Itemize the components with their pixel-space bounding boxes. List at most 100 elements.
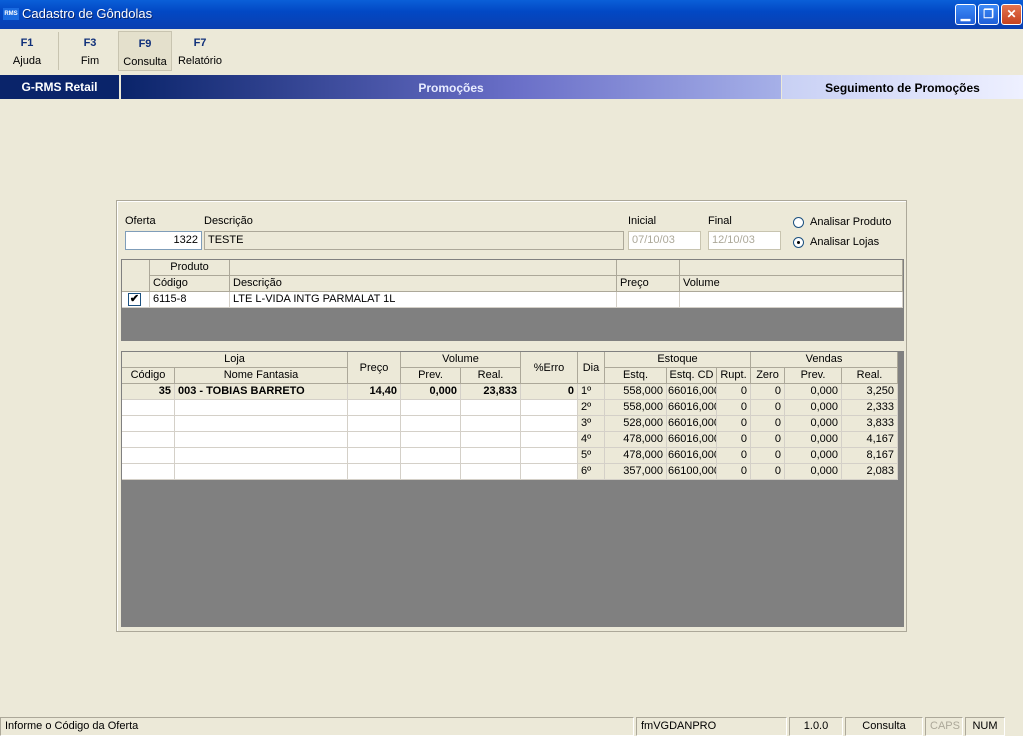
descricao-column-header[interactable]: Descrição <box>230 276 617 292</box>
store-dia-cell[interactable]: 5º <box>578 448 605 464</box>
store-v-prev-cell[interactable]: 0,000 <box>785 400 842 416</box>
store-codigo-cell[interactable] <box>122 416 175 432</box>
store-zero-cell[interactable]: 0 <box>751 464 785 480</box>
store-nome-cell[interactable]: 003 - TOBIAS BARRETO <box>175 384 348 400</box>
store-v-real-cell[interactable]: 4,167 <box>842 432 898 448</box>
oferta-input[interactable]: 1322 <box>125 231 202 250</box>
store-v-real-cell[interactable]: 3,833 <box>842 416 898 432</box>
store-zero-cell[interactable]: 0 <box>751 384 785 400</box>
store-nome-cell[interactable] <box>175 464 348 480</box>
store-prev-cell[interactable] <box>401 416 461 432</box>
erro-column-header[interactable]: %Erro <box>521 352 578 384</box>
store-rupt-cell[interactable]: 0 <box>717 384 751 400</box>
store-codigo-cell[interactable] <box>122 432 175 448</box>
preco-column-header[interactable]: Preço <box>348 352 401 384</box>
volume-real-column-header[interactable]: Real. <box>461 368 521 384</box>
store-v-prev-cell[interactable]: 0,000 <box>785 432 842 448</box>
rupt-column-header[interactable]: Rupt. <box>717 368 751 384</box>
store-codigo-cell[interactable]: 35 <box>122 384 175 400</box>
store-zero-cell[interactable]: 0 <box>751 400 785 416</box>
store-codigo-cell[interactable] <box>122 448 175 464</box>
dia-column-header[interactable]: Dia <box>578 352 605 384</box>
store-codigo-cell[interactable] <box>122 400 175 416</box>
row-checkbox[interactable]: ✔ <box>128 293 141 306</box>
store-preco-cell[interactable]: 14,40 <box>348 384 401 400</box>
store-v-prev-cell[interactable]: 0,000 <box>785 448 842 464</box>
nome-fantasia-column-header[interactable]: Nome Fantasia <box>175 368 348 384</box>
store-rupt-cell[interactable]: 0 <box>717 400 751 416</box>
store-v-prev-cell[interactable]: 0,000 <box>785 464 842 480</box>
analisar-produto-radio[interactable] <box>793 217 804 228</box>
store-dia-cell[interactable]: 4º <box>578 432 605 448</box>
store-estq-cd-cell[interactable]: 66100,000 <box>667 464 717 480</box>
store-v-real-cell[interactable]: 2,333 <box>842 400 898 416</box>
store-erro-cell[interactable] <box>521 416 578 432</box>
store-preco-cell[interactable] <box>348 416 401 432</box>
store-nome-cell[interactable] <box>175 416 348 432</box>
codigo-column-header[interactable]: Código <box>122 368 175 384</box>
produto-codigo-cell[interactable]: 6115-8 <box>150 292 230 308</box>
restore-button[interactable]: ❐ <box>978 4 999 25</box>
store-estq-cell[interactable]: 528,000 <box>605 416 667 432</box>
store-v-real-cell[interactable]: 3,250 <box>842 384 898 400</box>
estq-column-header[interactable]: Estq. <box>605 368 667 384</box>
store-zero-cell[interactable]: 0 <box>751 432 785 448</box>
codigo-column-header[interactable]: Código <box>150 276 230 292</box>
store-estq-cd-cell[interactable]: 66016,000 <box>667 400 717 416</box>
store-estq-cd-cell[interactable]: 66016,000 <box>667 416 717 432</box>
store-estq-cd-cell[interactable]: 66016,000 <box>667 448 717 464</box>
store-real-cell[interactable]: 23,833 <box>461 384 521 400</box>
close-button[interactable]: ✕ <box>1001 4 1022 25</box>
store-nome-cell[interactable] <box>175 432 348 448</box>
store-preco-cell[interactable] <box>348 400 401 416</box>
store-dia-cell[interactable]: 3º <box>578 416 605 432</box>
store-rupt-cell[interactable]: 0 <box>717 432 751 448</box>
vendas-prev-column-header[interactable]: Prev. <box>785 368 842 384</box>
store-dia-cell[interactable]: 1º <box>578 384 605 400</box>
store-erro-cell[interactable] <box>521 448 578 464</box>
store-nome-cell[interactable] <box>175 448 348 464</box>
store-preco-cell[interactable] <box>348 464 401 480</box>
store-real-cell[interactable] <box>461 400 521 416</box>
store-estq-cell[interactable]: 478,000 <box>605 448 667 464</box>
store-v-prev-cell[interactable]: 0,000 <box>785 416 842 432</box>
store-codigo-cell[interactable] <box>122 464 175 480</box>
help-button[interactable]: F1 Ajuda <box>4 31 50 71</box>
store-prev-cell[interactable] <box>401 400 461 416</box>
store-dia-cell[interactable]: 2º <box>578 400 605 416</box>
store-estq-cell[interactable]: 558,000 <box>605 384 667 400</box>
vendas-real-column-header[interactable]: Real. <box>842 368 898 384</box>
store-preco-cell[interactable] <box>348 448 401 464</box>
store-v-prev-cell[interactable]: 0,000 <box>785 384 842 400</box>
store-erro-cell[interactable]: 0 <box>521 384 578 400</box>
store-real-cell[interactable] <box>461 464 521 480</box>
analisar-produto-label[interactable]: Analisar Produto <box>810 216 891 228</box>
estq-cd-column-header[interactable]: Estq. CD <box>667 368 717 384</box>
analisar-lojas-label[interactable]: Analisar Lojas <box>810 236 879 248</box>
store-estq-cd-cell[interactable]: 66016,000 <box>667 432 717 448</box>
store-prev-cell[interactable]: 0,000 <box>401 384 461 400</box>
store-rupt-cell[interactable]: 0 <box>717 464 751 480</box>
volume-prev-column-header[interactable]: Prev. <box>401 368 461 384</box>
preco-column-header[interactable]: Preço <box>617 276 680 292</box>
row-checkbox-cell[interactable]: ✔ <box>122 292 150 308</box>
store-nome-cell[interactable] <box>175 400 348 416</box>
produto-descricao-cell[interactable]: LTE L-VIDA INTG PARMALAT 1L <box>230 292 617 308</box>
store-prev-cell[interactable] <box>401 432 461 448</box>
store-dia-cell[interactable]: 6º <box>578 464 605 480</box>
volume-column-header[interactable]: Volume <box>680 276 903 292</box>
exit-button[interactable]: F3 Fim <box>66 31 114 71</box>
produto-volume-cell[interactable] <box>680 292 903 308</box>
produto-preco-cell[interactable] <box>617 292 680 308</box>
store-real-cell[interactable] <box>461 416 521 432</box>
store-erro-cell[interactable] <box>521 432 578 448</box>
store-erro-cell[interactable] <box>521 400 578 416</box>
query-button[interactable]: F9 Consulta <box>118 31 172 71</box>
minimize-button[interactable]: ▁ <box>955 4 976 25</box>
store-zero-cell[interactable]: 0 <box>751 448 785 464</box>
report-button[interactable]: F7 Relatório <box>174 31 226 71</box>
store-prev-cell[interactable] <box>401 448 461 464</box>
store-v-real-cell[interactable]: 8,167 <box>842 448 898 464</box>
store-estq-cell[interactable]: 478,000 <box>605 432 667 448</box>
store-estq-cd-cell[interactable]: 66016,000 <box>667 384 717 400</box>
